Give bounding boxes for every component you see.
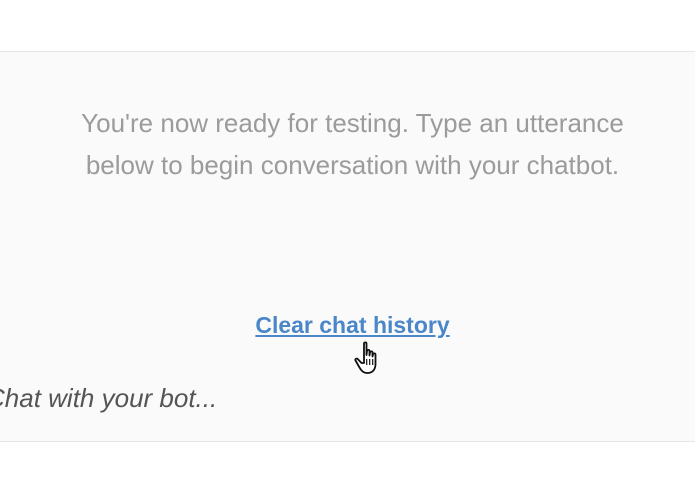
clear-chat-history-link[interactable]: Clear chat history xyxy=(255,312,449,338)
test-chatbot-pane: You're now ready for testing. Type an ut… xyxy=(0,0,695,494)
intro-line-2: below to begin conversation with your ch… xyxy=(85,150,620,180)
intro-line-1: You're now ready for testing. Type an ut… xyxy=(81,108,624,138)
hand-pointer-icon xyxy=(354,341,377,374)
chat-input[interactable] xyxy=(0,378,626,418)
intro-message: You're now ready for testing. Type an ut… xyxy=(0,102,695,186)
clear-chat-history-container: Clear chat history xyxy=(0,310,695,340)
chat-panel: You're now ready for testing. Type an ut… xyxy=(0,51,695,442)
